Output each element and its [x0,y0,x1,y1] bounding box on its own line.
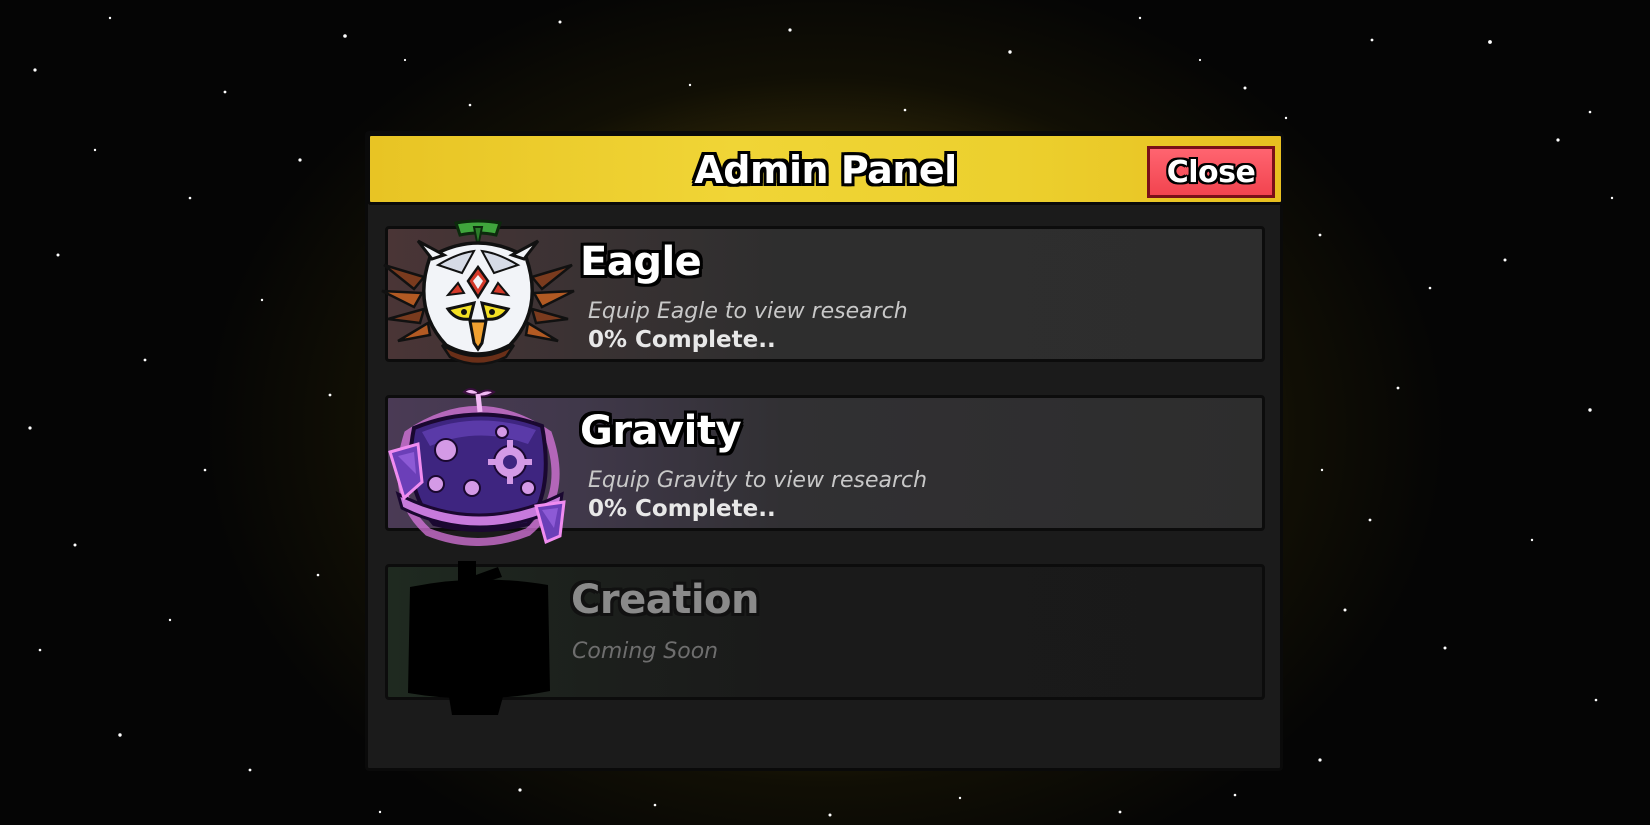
research-card-creation: Creation Coming Soon [385,561,1265,715]
research-card-progress: 0% Complete.. [588,327,776,353]
research-card-eagle[interactable]: Eagle Equip Eagle to view research 0% Co… [381,219,1265,366]
gravity-fruit-icon [388,388,566,546]
research-card-description: Equip Gravity to view research [588,468,928,493]
research-card-description: Equip Eagle to view research [588,299,908,324]
research-card-title: Eagle [580,239,702,285]
panel-title: Admin Panel [694,148,957,192]
close-button[interactable]: Close [1147,146,1275,198]
research-card-title: Gravity [580,408,742,454]
close-button-label: Close [1166,155,1256,190]
game-screen: Admin Panel Close Eagle Equip Eagle to v… [0,0,1650,825]
research-card-title: Creation [571,577,760,623]
research-card-progress: 0% Complete.. [588,496,776,522]
panel-header: Admin Panel Close [367,133,1284,205]
research-card-gravity[interactable]: Gravity Equip Gravity to view research 0… [385,388,1265,546]
admin-panel-window: Admin Panel Close Eagle Equip Eagle to v… [365,131,1284,771]
research-card-description: Coming Soon [572,639,719,664]
locked-silhouette-icon [408,561,550,715]
eagle-fruit-icon [381,219,575,366]
